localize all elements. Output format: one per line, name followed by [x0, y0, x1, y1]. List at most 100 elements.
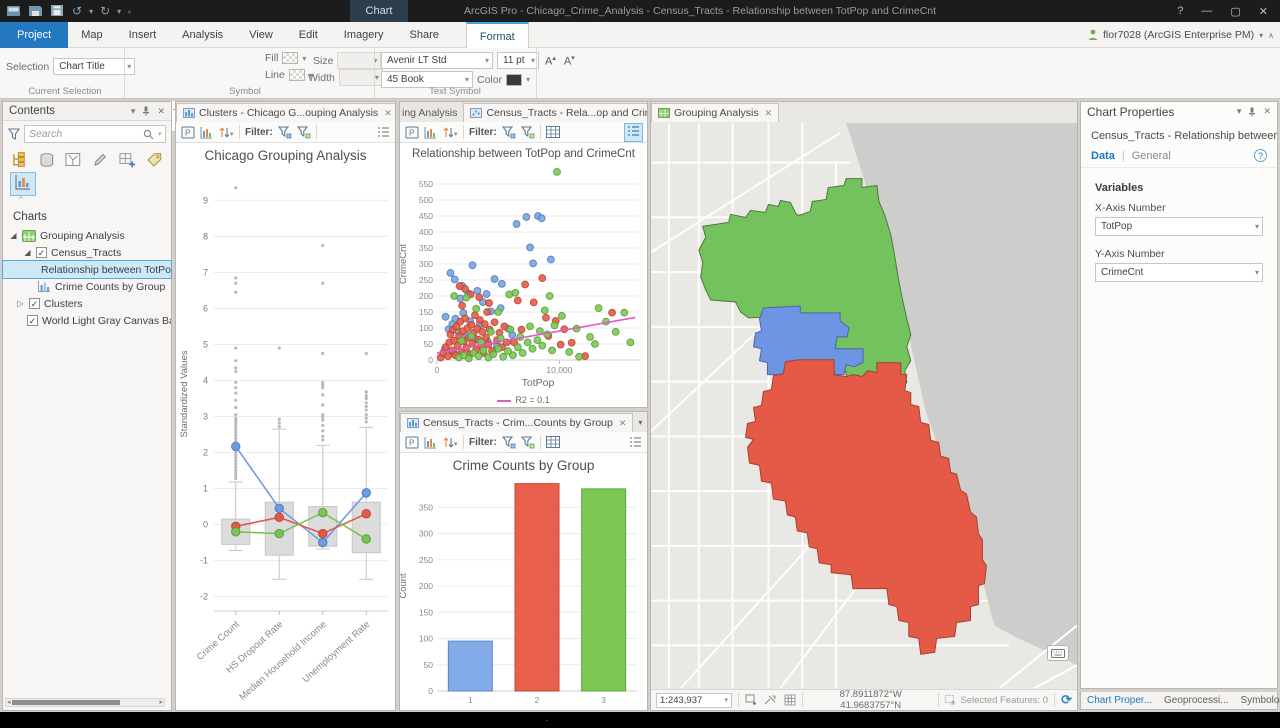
chart-list-icon[interactable]: [377, 126, 390, 138]
boxplot-tab[interactable]: Clusters - Chicago G...ouping Analysis ✕: [176, 103, 395, 122]
show-table-icon[interactable]: [545, 126, 560, 138]
onscreen-keyboard-button[interactable]: [1047, 645, 1069, 661]
expander-collapsed-icon[interactable]: ▷: [16, 299, 25, 308]
pin-icon[interactable]: [1248, 107, 1256, 117]
hidden-tab-partial[interactable]: ing Analysis: [400, 103, 464, 122]
list-by-drawing-order-icon[interactable]: [11, 152, 29, 168]
filter-by-selection-icon[interactable]: [501, 435, 516, 449]
ribbon-tab-analysis[interactable]: Analysis: [169, 22, 236, 48]
dock-tab-0[interactable]: Chart Proper...: [1087, 695, 1152, 706]
save-as-icon[interactable]: [50, 4, 65, 18]
search-options-icon[interactable]: ▾: [157, 130, 161, 138]
undo-dropdown-icon[interactable]: ▾: [89, 7, 93, 16]
new-map-extent-icon[interactable]: [745, 694, 758, 706]
fixed-zoom-icon[interactable]: [764, 694, 778, 706]
redo-icon[interactable]: ↻: [100, 2, 110, 20]
chart-properties-icon[interactable]: P: [405, 436, 419, 449]
sort-icon[interactable]: ▾: [442, 126, 458, 139]
close-tab-icon[interactable]: ✕: [765, 108, 773, 119]
text-color-swatch[interactable]: [506, 73, 523, 86]
list-by-editing-icon[interactable]: [92, 152, 109, 168]
panel-menu-icon[interactable]: ▾: [131, 106, 136, 117]
width-combo[interactable]: ▾: [338, 69, 383, 86]
tree-item-crime-counts-chart[interactable]: Crime Counts by Group: [3, 278, 171, 295]
bar-tab[interactable]: Census_Tracts - Crim...Counts by Group ✕: [400, 413, 634, 432]
tree-item-clusters[interactable]: ▷ ✓ Clusters: [3, 295, 171, 312]
tab-list-icon[interactable]: ▾: [633, 418, 647, 427]
filter-icon[interactable]: [8, 128, 20, 140]
scatter-chart[interactable]: 50 100 150 200 250 300 350 400 450 500 550 0 0 10,000…: [398, 160, 647, 395]
checkbox-checked[interactable]: ✓: [29, 298, 40, 309]
ribbon-tab-imagery[interactable]: Imagery: [331, 22, 397, 48]
dock-tab-2[interactable]: Symbology: [1241, 695, 1280, 706]
filter-by-extent-icon[interactable]: [296, 125, 311, 139]
shrink-text-icon[interactable]: A▾: [562, 54, 577, 68]
map-canvas[interactable]: [651, 122, 1077, 689]
checkbox-checked[interactable]: ✓: [27, 315, 38, 326]
scroll-left-icon[interactable]: ◂: [7, 699, 11, 707]
list-by-snapping-icon[interactable]: [119, 152, 137, 168]
ribbon-tab-format[interactable]: Format: [465, 22, 529, 48]
text-color-dropdown-icon[interactable]: ▾: [526, 75, 530, 84]
maximize-icon[interactable]: ▢: [1230, 5, 1240, 18]
fill-color-swatch[interactable]: [282, 52, 299, 64]
show-table-icon[interactable]: [545, 436, 560, 448]
font-family-combo[interactable]: Avenir LT Std ▾: [381, 52, 493, 69]
chart-properties-icon[interactable]: P: [181, 126, 195, 139]
tab-general[interactable]: General: [1132, 150, 1171, 162]
search-input[interactable]: Search ▾: [24, 125, 166, 143]
ribbon-tab-view[interactable]: View: [236, 22, 286, 48]
minimize-icon[interactable]: —: [1201, 5, 1212, 17]
tree-item-census-tracts[interactable]: ◢ ✓ Census_Tracts: [3, 244, 171, 261]
help-icon[interactable]: ?: [1254, 149, 1267, 162]
selection-combo[interactable]: Chart Title ▾: [53, 58, 136, 75]
chart-list-icon[interactable]: [629, 436, 642, 448]
scrollbar-thumb[interactable]: [12, 700, 120, 705]
filter-by-selection-icon[interactable]: [501, 125, 516, 139]
account-menu[interactable]: flor7028 (ArcGIS Enterprise PM) ▾ ∧: [1088, 22, 1274, 48]
chart-type-icon[interactable]: [424, 436, 437, 449]
customize-qat-icon[interactable]: ⸗: [128, 7, 131, 16]
chart-type-icon[interactable]: [424, 126, 437, 139]
help-icon[interactable]: ?: [1177, 5, 1183, 17]
ribbon-tab-share[interactable]: Share: [397, 22, 452, 48]
expander-icon[interactable]: ◢: [23, 248, 32, 257]
close-tab-icon[interactable]: ✕: [384, 108, 392, 119]
tree-item-relationship-chart[interactable]: Relationship between TotPop and C: [2, 260, 172, 279]
scatter-tab[interactable]: Census_Tracts - Rela...op and CrimeCnt ✕: [463, 103, 647, 122]
ribbon-tab-map[interactable]: Map: [68, 22, 115, 48]
dock-tab-1[interactable]: Geoprocessi...: [1164, 695, 1228, 706]
filter-by-extent-icon[interactable]: [520, 435, 535, 449]
checkbox-checked[interactable]: ✓: [36, 247, 47, 258]
save-project-icon[interactable]: [28, 4, 43, 18]
open-project-icon[interactable]: [6, 4, 21, 18]
horizontal-scrollbar[interactable]: ◂ ▸: [5, 698, 165, 707]
ribbon-tab-insert[interactable]: Insert: [116, 22, 170, 48]
x-axis-combo[interactable]: TotPop ▾: [1095, 217, 1263, 236]
chart-list-icon[interactable]: [624, 122, 643, 142]
panel-menu-icon[interactable]: ▾: [1237, 106, 1242, 117]
filter-by-selection-icon[interactable]: [277, 125, 292, 139]
boxplot-chart[interactable]: -2 -1 0 1 2 3 4 5 6 7 8 9 Standardized Values Crime C…: [176, 163, 395, 706]
list-by-selection-icon[interactable]: [65, 152, 82, 168]
filter-by-extent-icon[interactable]: [520, 125, 535, 139]
scroll-right-icon[interactable]: ▸: [159, 699, 163, 707]
close-panel-icon[interactable]: ✕: [1263, 106, 1271, 117]
bar-chart[interactable]: 501001502002503003500Count123Group: [398, 473, 647, 728]
tab-data[interactable]: Data: [1091, 150, 1115, 162]
list-by-data-source-icon[interactable]: [39, 152, 56, 168]
tree-item-basemap[interactable]: ✓ World Light Gray Canvas Base: [3, 312, 171, 329]
fill-dropdown-icon[interactable]: ▾: [302, 54, 306, 63]
ribbon-tab-edit[interactable]: Edit: [286, 22, 331, 48]
list-by-labeling-icon[interactable]: [146, 152, 163, 168]
map-tab[interactable]: Grouping Analysis ✕: [651, 103, 780, 122]
expander-icon[interactable]: ◢: [9, 231, 18, 240]
chart-properties-icon[interactable]: P: [405, 126, 419, 139]
map-scale-combo[interactable]: 1:243,937 ▾: [656, 692, 732, 708]
pin-icon[interactable]: [142, 106, 150, 116]
y-axis-combo[interactable]: CrimeCnt ▾: [1095, 263, 1263, 282]
refresh-icon[interactable]: ⟳: [1061, 692, 1072, 708]
grow-text-icon[interactable]: A▴: [543, 54, 558, 68]
sort-icon[interactable]: ▾: [218, 126, 234, 139]
close-panel-icon[interactable]: ✕: [157, 106, 165, 117]
